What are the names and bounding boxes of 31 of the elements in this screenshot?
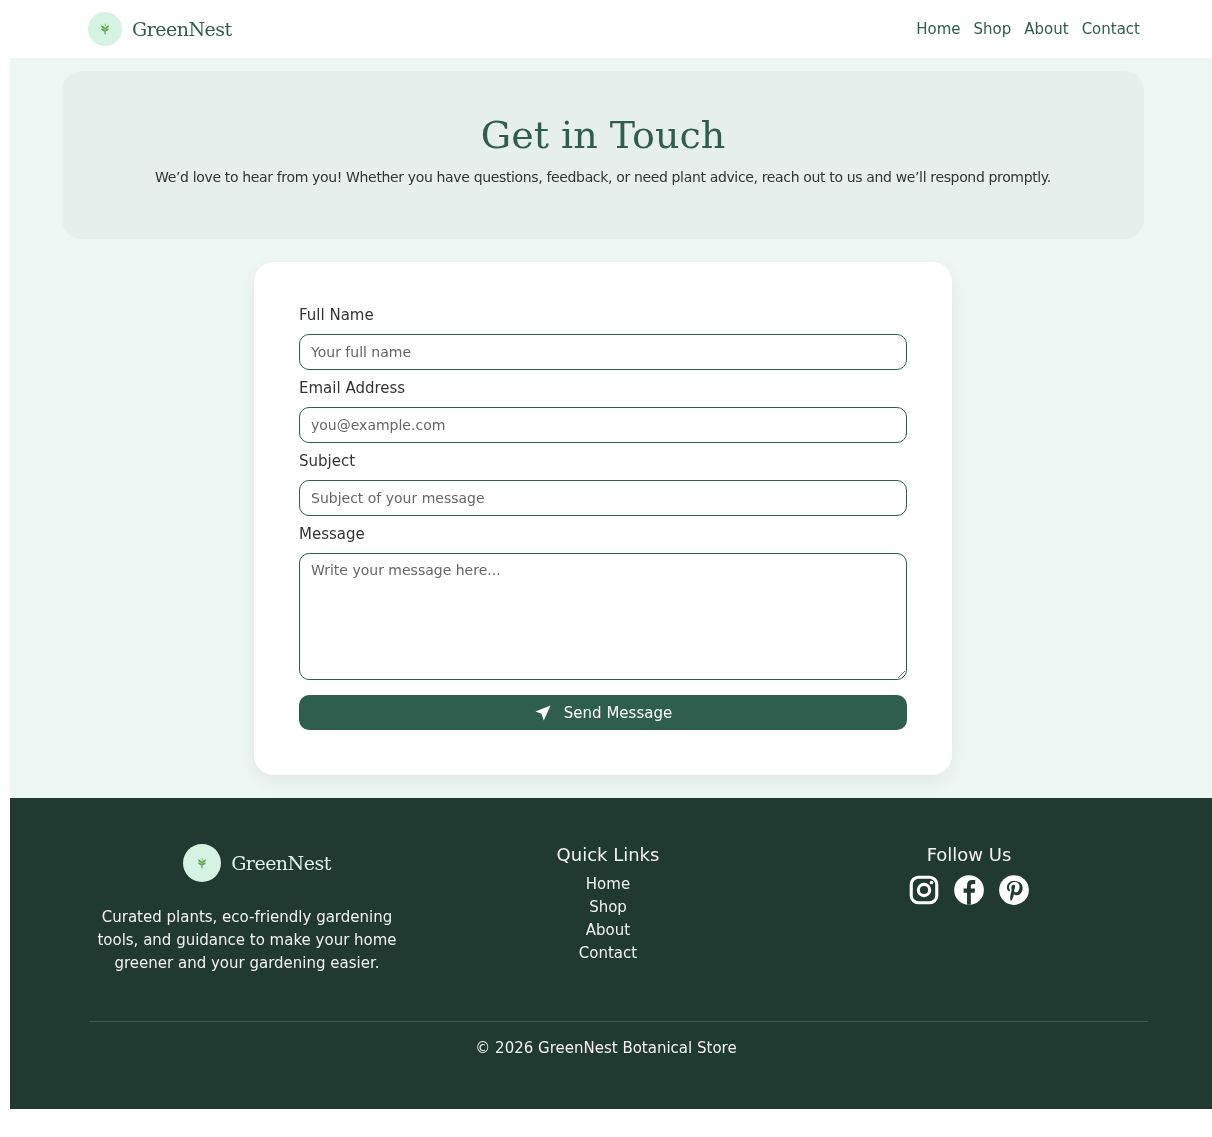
- input-field[interactable]: Your full name: [299, 334, 907, 370]
- message-field[interactable]: Write your message here...: [299, 553, 907, 680]
- field-label: Subject: [299, 452, 357, 470]
- send-button[interactable]: Send Message: [299, 695, 907, 730]
- field-label: Message: [299, 525, 366, 543]
- page-title: Get in Touch: [480, 113, 726, 157]
- intro-text: We’d love to hear from you! Whether you have questions, feedback, or need plant advice, reach out to us and we’ll respond promptly.: [155, 169, 1051, 185]
- nav-link[interactable]: Shop: [973, 20, 1012, 38]
- footer-heading: Follow Us: [926, 844, 1012, 865]
- nav-link[interactable]: About: [1024, 20, 1069, 38]
- send-icon: [533, 703, 552, 722]
- footer-link[interactable]: Shop: [589, 896, 627, 919]
- nav-link[interactable]: Contact: [1081, 20, 1140, 38]
- input-field[interactable]: you@example.com: [299, 407, 907, 443]
- field-label: Full Name: [299, 306, 375, 324]
- brand-name: GreenNest: [231, 852, 331, 874]
- footer-link[interactable]: Home: [585, 873, 631, 896]
- leaf-logo-icon: [88, 12, 122, 46]
- brand-name: GreenNest: [132, 18, 232, 40]
- input-field[interactable]: Subject of your message: [299, 480, 907, 516]
- footer-heading: Quick Links: [556, 844, 660, 865]
- nav-link[interactable]: Home: [916, 20, 961, 38]
- leaf-logo-icon: [183, 844, 222, 882]
- facebook-icon[interactable]: [952, 873, 986, 907]
- field-label: Email Address: [299, 379, 407, 397]
- camera-icon[interactable]: [907, 873, 941, 907]
- pinterest-icon[interactable]: [997, 873, 1031, 907]
- footer-link[interactable]: About: [585, 919, 631, 942]
- footer-link[interactable]: Contact: [578, 942, 638, 965]
- footer-description: Curated plants, eco-friendly gardening tools, and guidance to make your home greener and your gardening easier.: [96, 907, 398, 974]
- copyright-text: © 2026 GreenNest Botanical Store: [474, 1039, 738, 1057]
